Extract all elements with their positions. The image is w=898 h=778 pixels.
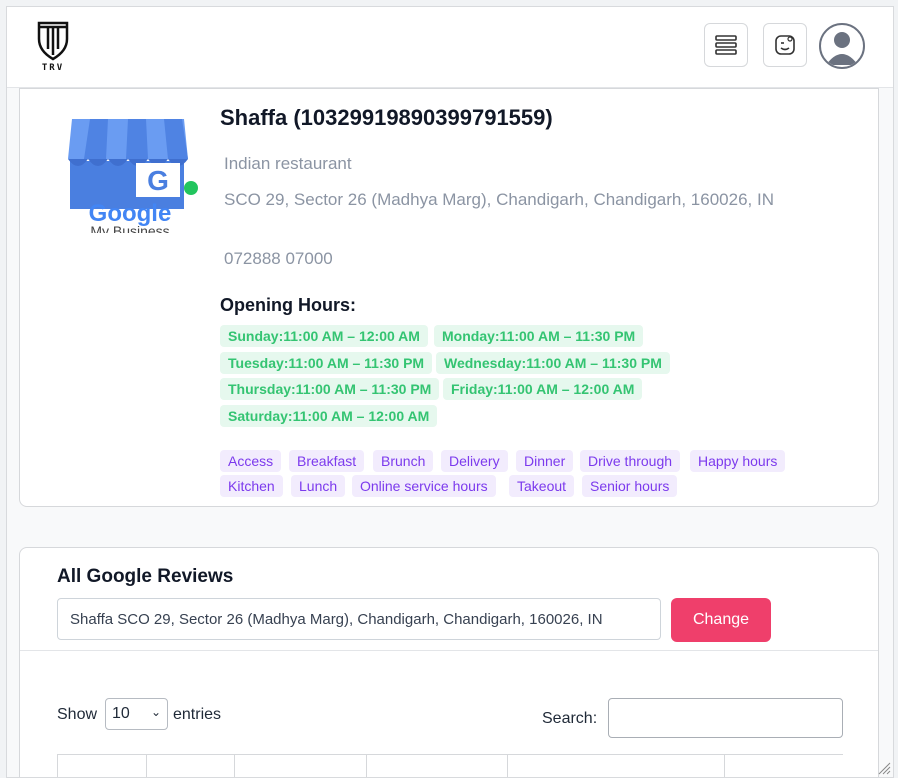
opening-hours-title: Opening Hours: — [220, 295, 356, 315]
change-button[interactable]: Change — [671, 598, 771, 642]
tag-access: Access — [220, 450, 282, 472]
svg-text:G: G — [147, 165, 169, 196]
hours-sunday: Sunday:11:00 AM – 12:00 AM — [220, 325, 428, 347]
table-column[interactable] — [234, 755, 235, 777]
business-phone: 072888 07000 — [224, 249, 333, 268]
table-column[interactable] — [366, 755, 367, 777]
business-address: SCO 29, Sector 26 (Madhya Marg), Chandig… — [224, 190, 774, 209]
section-divider — [20, 650, 878, 651]
reviews-card: All Google Reviews Change Show 10 ⌄ entr… — [19, 547, 879, 777]
hours-friday: Friday:11:00 AM – 12:00 AM — [443, 378, 643, 400]
chevron-down-icon: ⌄ — [150, 705, 161, 719]
top-navbar: TRV — [7, 7, 893, 88]
hours-tuesday: Tuesday:11:00 AM – 11:30 PM — [220, 352, 433, 374]
tag-drive-through: Drive through — [580, 450, 681, 472]
brand-logo[interactable]: TRV — [35, 21, 71, 75]
user-avatar-icon — [826, 32, 858, 65]
table-column[interactable] — [57, 755, 58, 777]
menu-button[interactable] — [704, 23, 748, 67]
store-icon: G Google My Business — [68, 119, 188, 239]
tag-takeout: Takeout — [509, 475, 575, 497]
google-my-business-logo: G Google My Business — [60, 111, 200, 239]
tag-happy-hours: Happy hours — [690, 450, 786, 472]
hours-wednesday: Wednesday:11:00 AM – 11:30 PM — [436, 352, 670, 374]
reviews-table-header — [57, 754, 843, 777]
resize-grip-icon[interactable] — [877, 761, 891, 775]
reviews-title: All Google Reviews — [57, 566, 234, 587]
tag-brunch: Brunch — [373, 450, 434, 472]
tag-online-service-hours: Online service hours — [352, 475, 496, 497]
table-column[interactable] — [507, 755, 508, 777]
shield-logo-icon — [37, 21, 69, 61]
user-avatar[interactable] — [819, 23, 865, 69]
tag-dinner: Dinner — [516, 450, 574, 472]
app-frame: TRV G Google My Business Shaffa (1032991… — [6, 6, 894, 778]
tag-kitchen: Kitchen — [220, 475, 283, 497]
business-card: G Google My Business Shaffa (10329919890… — [19, 88, 879, 507]
hours-thursday: Thursday:11:00 AM – 11:30 PM — [220, 378, 440, 400]
brand-logo-text: TRV — [41, 63, 65, 73]
hours-monday: Monday:11:00 AM – 11:30 PM — [434, 325, 644, 347]
menu-stack-icon — [715, 35, 737, 55]
tag-senior-hours: Senior hours — [582, 475, 678, 497]
emoji-button[interactable] — [763, 23, 807, 67]
emoji-icon — [775, 35, 795, 55]
table-column[interactable] — [146, 755, 147, 777]
entries-select-value: 10 — [112, 705, 130, 722]
tag-lunch: Lunch — [291, 475, 346, 497]
search-label: Search: — [542, 710, 598, 727]
hours-saturday: Saturday:11:00 AM – 12:00 AM — [220, 405, 438, 427]
business-category: Indian restaurant — [224, 154, 352, 173]
status-indicator — [184, 181, 198, 195]
tag-delivery: Delivery — [441, 450, 508, 472]
entries-label: entries — [173, 706, 222, 723]
show-label: Show — [57, 706, 98, 723]
search-input[interactable] — [608, 698, 843, 738]
table-column[interactable] — [724, 755, 725, 777]
location-input[interactable] — [57, 598, 661, 640]
my-business-wordmark: My Business — [90, 223, 169, 233]
tag-breakfast: Breakfast — [289, 450, 365, 472]
business-name: Shaffa (10329919890399791559) — [220, 105, 553, 130]
entries-select[interactable]: 10 ⌄ — [105, 698, 168, 730]
